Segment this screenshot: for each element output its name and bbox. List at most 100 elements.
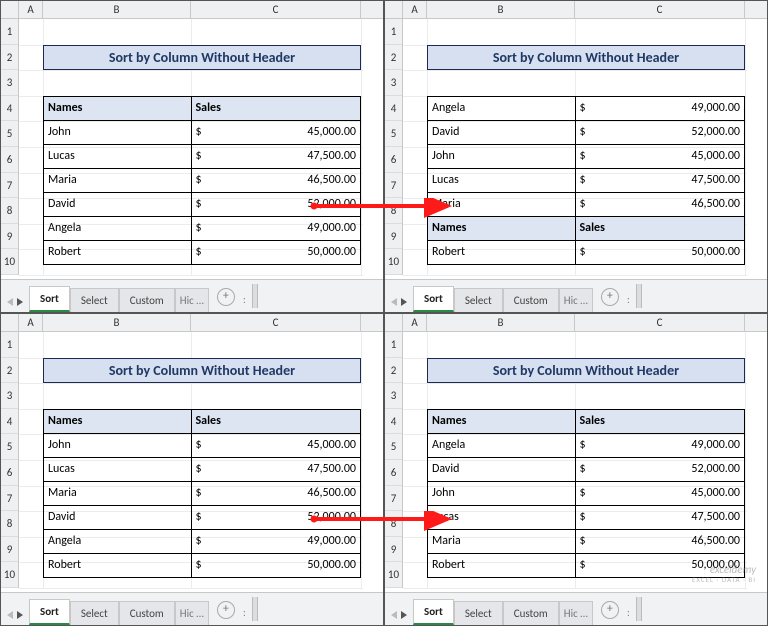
- cell-sales[interactable]: $50,000.00: [575, 240, 745, 264]
- new-sheet-button[interactable]: +: [217, 601, 235, 619]
- table-row[interactable]: Angela$49,000.00: [44, 529, 361, 553]
- row-header-10[interactable]: 10: [1, 249, 18, 275]
- cell-sales[interactable]: $49,000.00: [191, 529, 361, 553]
- tab-prev-icon[interactable]: [7, 298, 13, 306]
- table-row[interactable]: David$52,000.00: [44, 505, 361, 529]
- cell-name[interactable]: Robert: [428, 553, 576, 577]
- row-header-6[interactable]: 6: [1, 147, 18, 173]
- cell-name[interactable]: Maria: [428, 192, 576, 216]
- table-row[interactable]: Maria$46,500.00: [44, 481, 361, 505]
- cell-sales[interactable]: $46,500.00: [191, 168, 361, 192]
- tab-resize-handle[interactable]: [636, 597, 642, 621]
- cell-name[interactable]: Lucas: [44, 457, 192, 481]
- row-header-5[interactable]: 5: [385, 434, 402, 460]
- tab-truncated[interactable]: Hic …: [559, 601, 593, 625]
- row-header-2[interactable]: 2: [1, 358, 18, 384]
- cell-sales[interactable]: $45,000.00: [191, 433, 361, 457]
- tab-custom[interactable]: Custom: [119, 288, 175, 312]
- cell-name[interactable]: Lucas: [428, 168, 576, 192]
- row-header-10[interactable]: 10: [385, 562, 402, 588]
- column-header-A[interactable]: A: [19, 1, 43, 18]
- tab-resize-handle[interactable]: [252, 284, 258, 308]
- table-row[interactable]: Lucas$47,500.00: [44, 457, 361, 481]
- cell-name[interactable]: Robert: [44, 553, 192, 577]
- column-header-C[interactable]: C: [575, 1, 745, 18]
- table-row[interactable]: John$45,000.00: [44, 120, 361, 144]
- row-header-7[interactable]: 7: [385, 173, 402, 199]
- row-header-6[interactable]: 6: [385, 460, 402, 486]
- table-row[interactable]: NamesSales: [428, 409, 745, 433]
- new-sheet-button[interactable]: +: [601, 288, 619, 306]
- cell-sales[interactable]: $45,000.00: [191, 120, 361, 144]
- row-header-1[interactable]: 1: [1, 332, 18, 358]
- cell-name[interactable]: John: [428, 144, 576, 168]
- row-header-10[interactable]: 10: [385, 249, 402, 275]
- row-header-6[interactable]: 6: [1, 460, 18, 486]
- cell-sales[interactable]: $45,000.00: [575, 481, 745, 505]
- row-header-4[interactable]: 4: [385, 96, 402, 122]
- table-row[interactable]: Lucas$47,500.00: [428, 168, 745, 192]
- tab-menu-icon[interactable]: :: [627, 606, 634, 625]
- cell-sales[interactable]: $46,500.00: [575, 529, 745, 553]
- row-header-2[interactable]: 2: [385, 45, 402, 71]
- row-header-3[interactable]: 3: [385, 383, 402, 409]
- row-header-9[interactable]: 9: [1, 537, 18, 563]
- cell-sales[interactable]: $47,500.00: [191, 457, 361, 481]
- tab-resize-handle[interactable]: [636, 284, 642, 308]
- row-header-7[interactable]: 7: [1, 173, 18, 199]
- tab-prev-icon[interactable]: [391, 298, 397, 306]
- table-row[interactable]: John$45,000.00: [44, 433, 361, 457]
- cell-sales[interactable]: $50,000.00: [191, 553, 361, 577]
- row-header-5[interactable]: 5: [1, 434, 18, 460]
- column-header-C[interactable]: C: [575, 314, 745, 331]
- table-row[interactable]: David$52,000.00: [428, 457, 745, 481]
- table-row[interactable]: NamesSales: [44, 96, 361, 120]
- tab-menu-icon[interactable]: :: [627, 293, 634, 312]
- table-row[interactable]: John$45,000.00: [428, 144, 745, 168]
- cells-area[interactable]: Sort by Column Without HeaderAngela$49,0…: [403, 19, 747, 275]
- tab-select[interactable]: Select: [70, 601, 119, 625]
- new-sheet-button[interactable]: +: [217, 288, 235, 306]
- tab-select[interactable]: Select: [454, 601, 503, 625]
- table-row[interactable]: John$45,000.00: [428, 481, 745, 505]
- cell-sales[interactable]: $52,000.00: [191, 192, 361, 216]
- cell-name[interactable]: David: [44, 192, 192, 216]
- row-header-5[interactable]: 5: [385, 121, 402, 147]
- tab-custom[interactable]: Custom: [119, 601, 175, 625]
- cell-sales[interactable]: $52,000.00: [191, 505, 361, 529]
- row-header-5[interactable]: 5: [1, 121, 18, 147]
- corner-cell[interactable]: [1, 1, 19, 18]
- tab-next-icon[interactable]: [401, 298, 407, 306]
- row-header-3[interactable]: 3: [385, 70, 402, 96]
- row-header-1[interactable]: 1: [1, 19, 18, 45]
- table-row[interactable]: Lucas$47,500.00: [428, 505, 745, 529]
- table-row[interactable]: Robert$50,000.00: [44, 240, 361, 264]
- cell-name[interactable]: John: [428, 481, 576, 505]
- column-header-C[interactable]: C: [191, 1, 361, 18]
- cell-sales[interactable]: $49,000.00: [575, 96, 745, 120]
- column-header-C[interactable]: C: [191, 314, 361, 331]
- cell-name[interactable]: Maria: [44, 481, 192, 505]
- column-header-B[interactable]: B: [427, 1, 575, 18]
- row-header-1[interactable]: 1: [385, 332, 402, 358]
- tab-resize-handle[interactable]: [252, 597, 258, 621]
- row-header-8[interactable]: 8: [385, 511, 402, 537]
- cell-name[interactable]: Maria: [44, 168, 192, 192]
- corner-cell[interactable]: [385, 1, 403, 18]
- corner-cell[interactable]: [385, 314, 403, 331]
- tab-custom[interactable]: Custom: [503, 288, 559, 312]
- tab-sort[interactable]: Sort: [413, 599, 454, 625]
- cell-sales[interactable]: $47,500.00: [575, 168, 745, 192]
- cell-sales[interactable]: $47,500.00: [575, 505, 745, 529]
- tab-next-icon[interactable]: [401, 611, 407, 619]
- cell-name[interactable]: John: [44, 120, 192, 144]
- cell-sales[interactable]: $47,500.00: [191, 144, 361, 168]
- tab-truncated[interactable]: Hic …: [175, 288, 209, 312]
- tab-sort[interactable]: Sort: [29, 286, 70, 312]
- cells-area[interactable]: Sort by Column Without HeaderNamesSalesJ…: [19, 332, 363, 588]
- cell-sales[interactable]: $49,000.00: [575, 433, 745, 457]
- column-header-B[interactable]: B: [43, 1, 191, 18]
- tab-next-icon[interactable]: [17, 298, 23, 306]
- table-row[interactable]: Maria$46,500.00: [428, 192, 745, 216]
- column-header-A[interactable]: A: [403, 314, 427, 331]
